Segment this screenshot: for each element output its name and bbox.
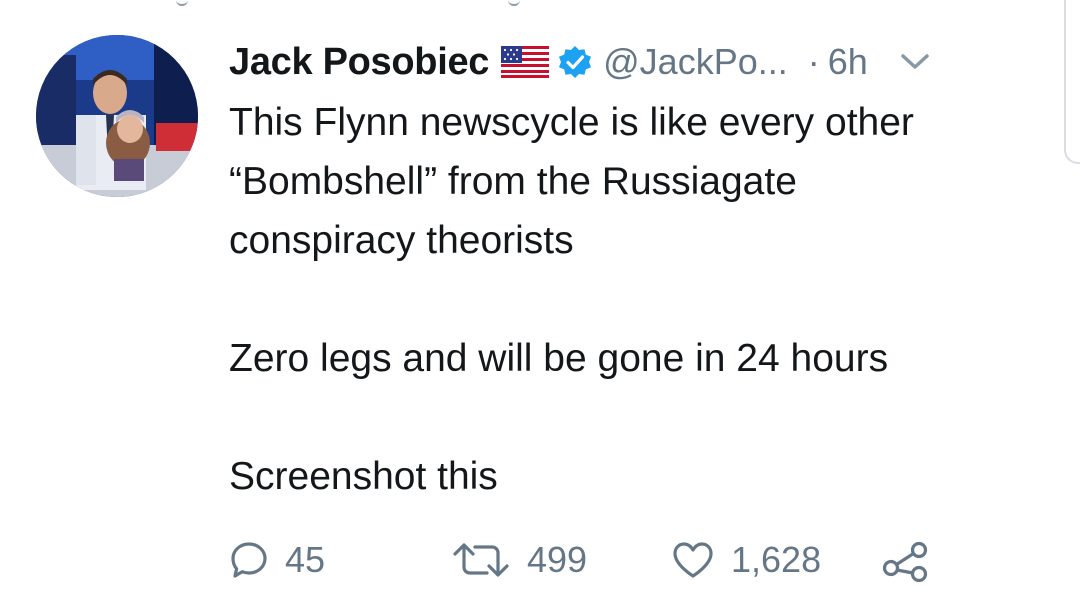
tweet-text: This Flynn newscycle is like every other… [229,93,1049,506]
handle[interactable]: @JackPo... [603,41,788,83]
retweet-button[interactable]: 499 [451,530,587,590]
avatar-image [36,35,198,197]
verified-badge-icon [557,44,593,80]
tweet-text-line: “Bombshell” from the Russiagate [229,160,797,203]
chevron-down-icon[interactable] [898,50,932,74]
like-button[interactable]: 1,628 [671,530,821,590]
tweet-actions: 45 499 1,628 [229,530,989,590]
reply-button[interactable]: 45 [229,530,325,590]
share-button[interactable] [881,530,931,590]
tweet-content: Jack Posobiec @JackPo... · 6h This Flynn… [229,36,1049,506]
tweet-text-line: conspiracy theorists [229,219,574,262]
retweet-count: 499 [527,539,588,580]
separator-dot: · [807,41,820,82]
reply-icon [231,542,267,578]
timestamp[interactable]: 6h [828,41,868,83]
tweet-text-paragraph: Screenshot this [229,455,498,498]
like-count: 1,628 [731,539,822,580]
display-name[interactable]: Jack Posobiec [229,41,489,84]
previous-tweet-fragment [0,0,700,8]
us-flag-icon [501,46,550,78]
avatar[interactable] [36,35,198,197]
tweet-text-paragraph: Zero legs and will be gone in 24 hours [229,337,889,380]
retweet-icon [453,543,509,577]
share-icon [882,541,928,582]
tweet-header: Jack Posobiec @JackPo... · 6h [229,36,1049,88]
tweet-page: Jack Posobiec @JackPo... · 6h This Flynn… [0,0,1080,606]
adjacent-card-edge [1064,0,1080,164]
like-icon [673,542,713,578]
reply-count: 45 [285,539,326,580]
tweet-text-line: This Flynn newscycle is like every other [229,101,914,144]
